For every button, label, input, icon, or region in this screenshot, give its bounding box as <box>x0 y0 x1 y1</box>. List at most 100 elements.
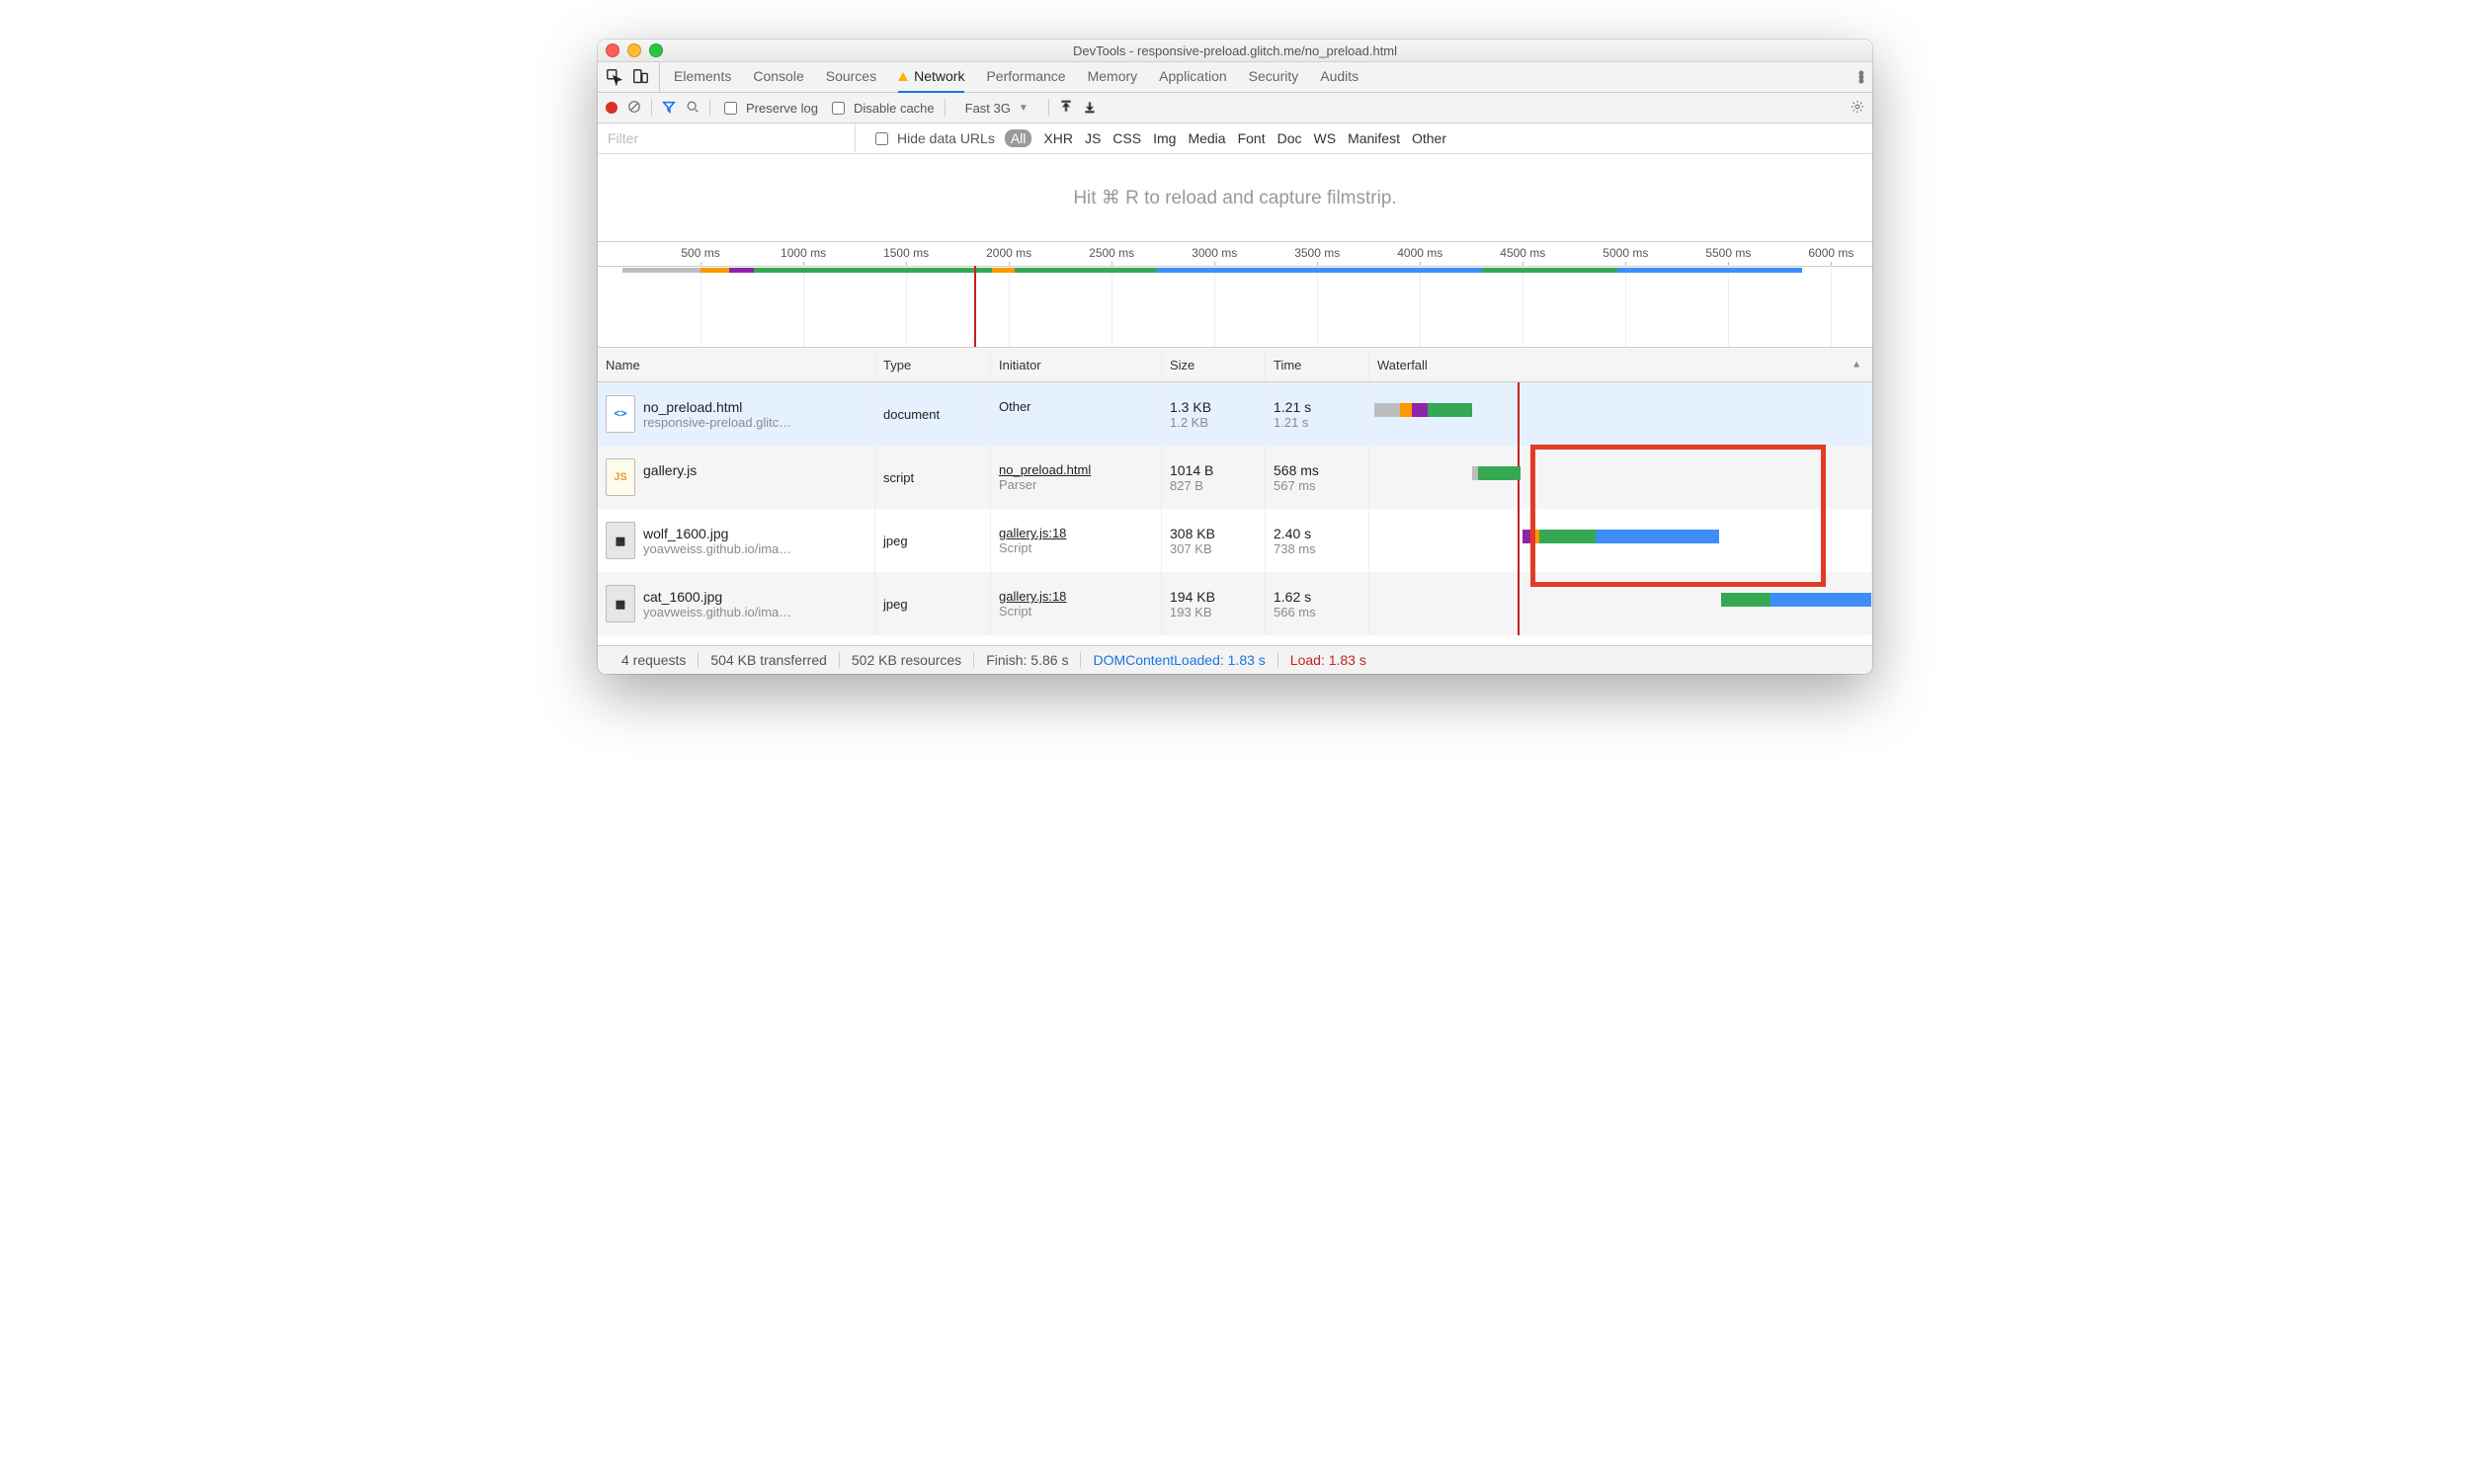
more-menu-icon[interactable]: ••• <box>1858 71 1864 83</box>
inspect-icon[interactable] <box>606 68 623 86</box>
waterfall-segment <box>1412 403 1428 417</box>
filter-input[interactable] <box>598 124 856 152</box>
col-name[interactable]: Name <box>598 348 875 382</box>
waterfall-cell[interactable] <box>1369 446 1872 509</box>
status-bar: 4 requests 504 KB transferred 502 KB res… <box>598 645 1872 674</box>
request-row[interactable]: ▩ wolf_1600.jpg yoavweiss.github.io/ima…… <box>598 509 1872 572</box>
tab-label: Network <box>914 68 964 84</box>
tab-console[interactable]: Console <box>753 61 803 93</box>
col-type[interactable]: Type <box>875 348 991 382</box>
tab-label: Performance <box>986 68 1065 84</box>
download-har-icon[interactable] <box>1083 100 1097 117</box>
filter-type-other[interactable]: Other <box>1412 130 1446 146</box>
upload-har-icon[interactable] <box>1059 100 1073 117</box>
size-value: 194 KB <box>1170 589 1257 605</box>
initiator-sub: Parser <box>999 477 1153 492</box>
preserve-log-checkbox[interactable]: Preserve log <box>720 99 818 118</box>
gear-icon[interactable] <box>1851 102 1864 117</box>
request-name: cat_1600.jpg <box>643 589 791 605</box>
filter-type-all[interactable]: All <box>1005 129 1032 147</box>
window-title: DevTools - responsive-preload.glitch.me/… <box>598 43 1872 58</box>
filter-type-js[interactable]: JS <box>1085 130 1101 146</box>
waterfall-segment <box>1428 403 1472 417</box>
request-row[interactable]: <> no_preload.html responsive-preload.gl… <box>598 382 1872 447</box>
col-waterfall[interactable]: Waterfall ▲ <box>1369 348 1872 382</box>
request-row[interactable]: ▩ cat_1600.jpg yoavweiss.github.io/ima…j… <box>598 572 1872 635</box>
size-value: 308 KB <box>1170 526 1257 541</box>
col-initiator[interactable]: Initiator <box>991 348 1162 382</box>
filter-type-ws[interactable]: WS <box>1314 130 1337 146</box>
sort-asc-icon: ▲ <box>1852 360 1861 371</box>
request-type: jpeg <box>875 572 991 635</box>
chevron-down-icon: ▼ <box>1019 103 1029 114</box>
initiator-link[interactable]: gallery.js:18 <box>999 526 1153 540</box>
separator <box>1048 99 1049 117</box>
overview-tick: 4000 ms <box>1397 246 1442 260</box>
titlebar: DevTools - responsive-preload.glitch.me/… <box>598 40 1872 62</box>
tab-label: Audits <box>1320 68 1358 84</box>
filter-icon[interactable] <box>662 100 676 117</box>
tab-elements[interactable]: Elements <box>674 61 731 93</box>
time-sub: 738 ms <box>1274 541 1360 556</box>
filter-type-xhr[interactable]: XHR <box>1043 130 1073 146</box>
filter-type-doc[interactable]: Doc <box>1277 130 1302 146</box>
tab-application[interactable]: Application <box>1159 61 1227 93</box>
overview-bar <box>1157 268 1482 273</box>
tab-label: Security <box>1249 68 1299 84</box>
table-empty-space <box>598 635 1872 645</box>
hide-data-urls-checkbox[interactable]: Hide data URLs <box>871 129 995 148</box>
overview-tick: 500 ms <box>681 246 719 260</box>
waterfall-cell[interactable] <box>1369 572 1872 635</box>
request-name: wolf_1600.jpg <box>643 526 791 541</box>
record-button[interactable] <box>606 102 618 114</box>
col-size[interactable]: Size <box>1162 348 1266 382</box>
size-sub: 307 KB <box>1170 541 1257 556</box>
filter-type-media[interactable]: Media <box>1188 130 1225 146</box>
preserve-log-input[interactable] <box>724 102 737 115</box>
status-requests: 4 requests <box>610 652 699 668</box>
tab-security[interactable]: Security <box>1249 61 1299 93</box>
overview-bar <box>622 268 700 273</box>
disable-cache-input[interactable] <box>832 102 845 115</box>
overview-tick: 2000 ms <box>986 246 1031 260</box>
filter-type-img[interactable]: Img <box>1153 130 1176 146</box>
status-transferred: 504 KB transferred <box>699 652 840 668</box>
request-row[interactable]: JS gallery.js scriptno_preload.html Pars… <box>598 446 1872 509</box>
initiator-link[interactable]: no_preload.html <box>999 462 1153 477</box>
status-load: Load: 1.83 s <box>1278 652 1378 668</box>
initiator-link: Other <box>999 399 1153 414</box>
overview-bar <box>1617 268 1802 273</box>
clear-icon[interactable] <box>627 100 641 117</box>
hide-data-urls-input[interactable] <box>875 132 888 145</box>
tab-network[interactable]: Network <box>898 61 964 93</box>
initiator-sub: Script <box>999 540 1153 555</box>
overview-timeline[interactable]: 500 ms1000 ms1500 ms2000 ms2500 ms3000 m… <box>598 242 1872 348</box>
tab-label: Sources <box>826 68 876 84</box>
waterfall-segment <box>1374 403 1400 417</box>
device-toggle-icon[interactable] <box>631 68 649 86</box>
overview-tick: 3000 ms <box>1192 246 1237 260</box>
initiator-link[interactable]: gallery.js:18 <box>999 589 1153 604</box>
waterfall-cell[interactable] <box>1369 509 1872 572</box>
waterfall-cell[interactable] <box>1369 382 1872 447</box>
filmstrip-area: Hit ⌘ R to reload and capture filmstrip. <box>598 154 1872 242</box>
waterfall-segment <box>1721 593 1770 607</box>
filter-type-manifest[interactable]: Manifest <box>1348 130 1400 146</box>
waterfall-segment <box>1478 466 1521 480</box>
request-type: script <box>875 446 991 509</box>
request-name: gallery.js <box>643 462 697 478</box>
request-type: jpeg <box>875 509 991 572</box>
filter-type-css[interactable]: CSS <box>1112 130 1141 146</box>
tab-audits[interactable]: Audits <box>1320 61 1358 93</box>
time-sub: 566 ms <box>1274 605 1360 619</box>
throttling-select[interactable]: Fast 3G ▼ <box>955 101 1038 116</box>
search-icon[interactable] <box>686 100 700 117</box>
disable-cache-checkbox[interactable]: Disable cache <box>828 99 935 118</box>
overview-tick: 6000 ms <box>1808 246 1853 260</box>
tab-memory[interactable]: Memory <box>1088 61 1138 93</box>
tab-label: Application <box>1159 68 1227 84</box>
filter-type-font[interactable]: Font <box>1238 130 1266 146</box>
col-time[interactable]: Time <box>1266 348 1369 382</box>
tab-performance[interactable]: Performance <box>986 61 1065 93</box>
tab-sources[interactable]: Sources <box>826 61 876 93</box>
